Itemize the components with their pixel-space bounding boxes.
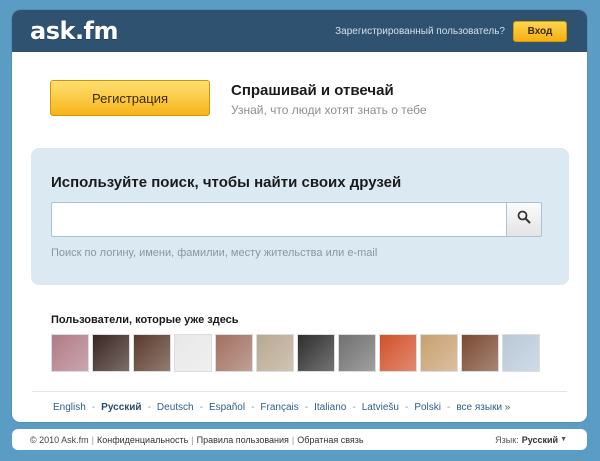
login-button[interactable]: Вход — [513, 20, 567, 42]
user-avatar[interactable] — [256, 334, 294, 372]
language-link[interactable]: Latviešu — [362, 402, 399, 413]
language-separator: - — [199, 402, 203, 413]
footer-link[interactable]: Обратная связь — [297, 435, 363, 445]
users-title: Пользователи, которые уже здесь — [51, 314, 239, 326]
caret-down-icon: ▼ — [560, 436, 567, 443]
search-hint: Поиск по логину, имени, фамилии, месту ж… — [51, 247, 378, 259]
search-panel: Используйте поиск, чтобы найти своих дру… — [31, 148, 569, 285]
hero: Регистрация Спрашивай и отвечай Узнай, ч… — [50, 80, 560, 120]
avatar-list — [51, 334, 540, 372]
user-avatar[interactable] — [92, 334, 130, 372]
language-link[interactable]: Deutsch — [157, 402, 194, 413]
language-link[interactable]: English — [53, 402, 86, 413]
registered-user-text: Зарегистрированный пользователь? — [335, 25, 505, 37]
register-button[interactable]: Регистрация — [50, 80, 210, 116]
footer-link[interactable]: Конфиденциальность — [97, 435, 188, 445]
language-select[interactable]: Русский ▼ — [522, 435, 567, 445]
footer-links: © 2010 Ask.fm | Конфиденциальность | Правил… — [30, 435, 364, 445]
user-avatar[interactable] — [379, 334, 417, 372]
user-avatar[interactable] — [461, 334, 499, 372]
language-separator: - — [447, 402, 451, 413]
header: ask.fm Зарегистрированный пользователь? … — [12, 10, 587, 52]
language-link[interactable]: Español — [209, 402, 245, 413]
user-avatar[interactable] — [420, 334, 458, 372]
footer-link[interactable]: Правила пользования — [197, 435, 289, 445]
language-separator: - — [91, 402, 96, 413]
user-avatar[interactable] — [338, 334, 376, 372]
language-separator: - — [352, 402, 356, 413]
user-avatar[interactable] — [297, 334, 335, 372]
tagline: Спрашивай и отвечай Узнай, что люди хотя… — [231, 82, 427, 117]
tagline-subtitle: Узнай, что люди хотят знать о тебе — [231, 103, 427, 117]
user-avatar[interactable] — [502, 334, 540, 372]
language-link[interactable]: Polski — [414, 402, 441, 413]
language-label: Язык: — [495, 434, 519, 445]
footer: © 2010 Ask.fm | Конфиденциальность | Правил… — [12, 429, 587, 450]
main-card: ask.fm Зарегистрированный пользователь? … — [12, 10, 587, 422]
language-list: English - Русский - Deutsch - Español - Français… — [53, 402, 510, 413]
tagline-title: Спрашивай и отвечай — [231, 82, 394, 99]
language-select-value: Русский — [521, 434, 559, 445]
language-separator: - — [304, 402, 309, 413]
search-button[interactable] — [506, 202, 542, 237]
footer-separator: | — [291, 434, 295, 445]
footer-language: Язык: Русский ▼ — [495, 435, 567, 445]
language-link[interactable]: Italiano — [314, 402, 346, 413]
user-avatar[interactable] — [215, 334, 253, 372]
user-avatar[interactable] — [174, 334, 212, 372]
language-separator: - — [147, 402, 151, 413]
language-separator: - — [251, 402, 255, 413]
language-link[interactable]: Русский — [101, 402, 141, 413]
divider — [32, 391, 567, 392]
footer-separator: | — [91, 434, 95, 445]
logo[interactable]: ask.fm — [30, 17, 119, 45]
search-icon — [517, 210, 531, 229]
language-link[interactable]: все языки » — [456, 402, 510, 413]
footer-separator: | — [191, 434, 194, 445]
header-login-area: Зарегистрированный пользователь? Вход — [335, 20, 567, 42]
search-input[interactable] — [51, 202, 506, 237]
copyright: © 2010 Ask.fm — [30, 434, 89, 445]
user-avatar[interactable] — [133, 334, 171, 372]
user-avatar[interactable] — [51, 334, 89, 372]
language-separator: - — [404, 402, 409, 413]
language-link[interactable]: Français — [260, 402, 298, 413]
search-title: Используйте поиск, чтобы найти своих дру… — [51, 174, 402, 191]
